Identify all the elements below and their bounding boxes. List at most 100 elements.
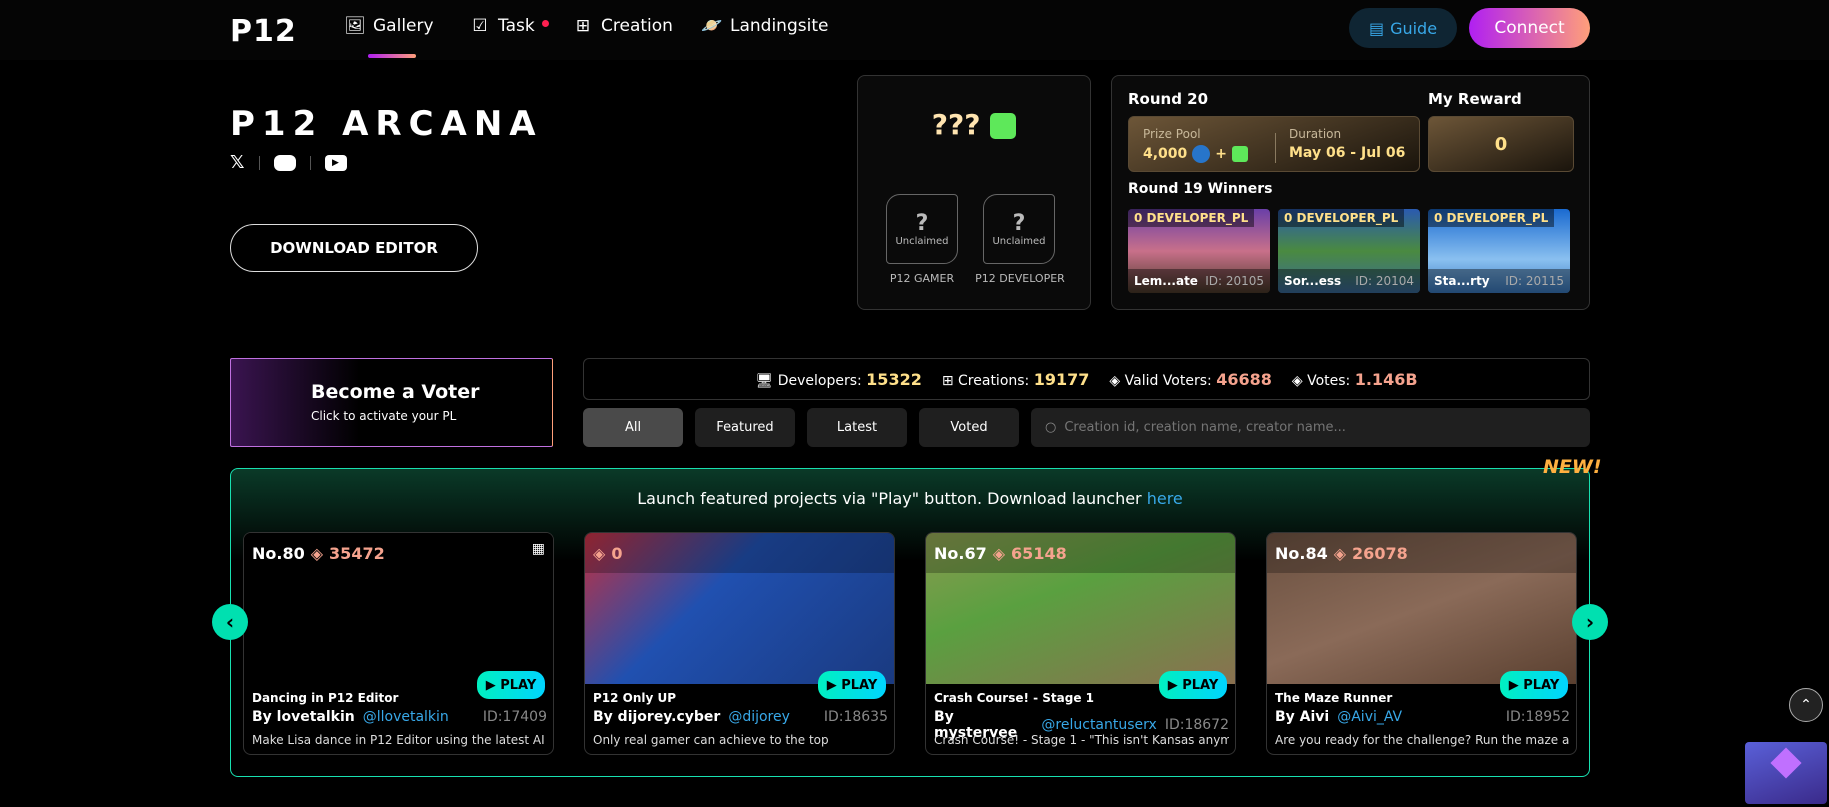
- my-reward-label: My Reward: [1428, 90, 1522, 108]
- vote-icon: ◈: [593, 543, 606, 563]
- scroll-to-top-button[interactable]: ⌃: [1789, 688, 1823, 722]
- filter-latest[interactable]: Latest: [807, 408, 907, 447]
- play-label: PLAY: [1182, 677, 1219, 693]
- voter-title: Become a Voter: [311, 381, 480, 403]
- notification-dot: [542, 20, 549, 27]
- image-icon: 🖼: [344, 16, 366, 36]
- creation-title: Crash Course! - Stage 1: [934, 691, 1095, 705]
- connect-button[interactable]: Connect: [1469, 8, 1590, 48]
- winner-name: Sta...rty: [1434, 274, 1490, 288]
- round-panel: Round 20 My Reward Prize Pool 4,000 + Dur…: [1111, 75, 1590, 310]
- winner-card[interactable]: 0 DEVELOPER_PL Sta...rty ID: 20115: [1428, 209, 1570, 293]
- carousel-next-button[interactable]: ›: [1572, 604, 1608, 640]
- play-button[interactable]: ▶ PLAY: [1500, 671, 1568, 699]
- featured-notice: Launch featured projects via "Play" butt…: [637, 489, 1147, 508]
- carousel-prev-button[interactable]: ‹: [212, 604, 248, 640]
- vote-count: 35472: [329, 543, 385, 563]
- download-launcher-link[interactable]: here: [1147, 489, 1183, 508]
- rank: No.67: [934, 543, 987, 563]
- creator-name: By Aivi: [1275, 709, 1330, 725]
- planet-icon: 🪐: [701, 16, 723, 36]
- search-box: ○: [1031, 408, 1590, 447]
- rank: No.80: [252, 543, 305, 563]
- search-input[interactable]: [1064, 420, 1565, 435]
- gamer-badge[interactable]: ? Unclaimed: [886, 194, 958, 264]
- label: Duration: [1289, 127, 1342, 141]
- p12-logo[interactable]: P12: [230, 14, 297, 49]
- creator-name: By lovetalkin: [252, 709, 355, 725]
- my-reward-value: 0: [1428, 116, 1574, 172]
- creator-handle[interactable]: @reluctantuserx: [1041, 717, 1156, 733]
- developer-badge[interactable]: ? Unclaimed: [983, 194, 1055, 264]
- prize-pool-value: 4,000: [1143, 146, 1188, 162]
- calendar-check-icon: ☑: [472, 16, 488, 36]
- stat-creations: ⊞ Creations: 19177: [941, 369, 1090, 389]
- filter-featured[interactable]: Featured: [695, 408, 795, 447]
- treasure-chest-icon[interactable]: [1745, 742, 1827, 804]
- youtube-icon[interactable]: ▶: [324, 154, 347, 171]
- vote-count: 26078: [1352, 543, 1408, 563]
- green-pl-icon: [990, 113, 1017, 139]
- rank: No.84: [1275, 543, 1328, 563]
- divider: [1275, 133, 1276, 163]
- usdc-icon: [1192, 145, 1211, 163]
- nav-gallery[interactable]: 🖼 Gallery: [344, 16, 433, 36]
- creation-title: Dancing in P12 Editor: [252, 691, 399, 705]
- vote-icon: ◈: [310, 543, 324, 563]
- plus: +: [1215, 146, 1228, 162]
- winner-id: ID: 20115: [1505, 274, 1564, 288]
- vote-count: 0: [611, 543, 623, 563]
- creation-id: ID:18672: [1164, 717, 1229, 733]
- winner-name: Lem...ate: [1134, 274, 1198, 288]
- creation-id: ID:18635: [823, 709, 888, 725]
- winner-card[interactable]: 0 DEVELOPER_PL Lem...ate ID: 20105: [1128, 209, 1270, 293]
- creator-handle[interactable]: @Aivi_AV: [1337, 709, 1402, 725]
- creation-description: Make Lisa dance in P12 Editor using the …: [252, 733, 545, 747]
- divider: [309, 155, 311, 170]
- stat-votes: ◈ Votes: 1.146B: [1291, 369, 1418, 389]
- creation-card[interactable]: No.84 ◈ 26078 ▶ PLAY The Maze Runner By Ai…: [1266, 532, 1577, 755]
- x-icon[interactable]: 𝕏: [230, 152, 245, 173]
- stat-valid-voters: ◈ Valid Voters: 46688: [1109, 369, 1272, 389]
- play-button[interactable]: ▶ PLAY: [1159, 671, 1227, 699]
- creator-handle[interactable]: @llovetalkin: [363, 709, 449, 725]
- nav-task[interactable]: ☑ Task: [470, 16, 534, 36]
- filter-all[interactable]: All: [583, 408, 683, 447]
- document-icon: ▤: [1368, 18, 1385, 38]
- creation-title: The Maze Runner: [1275, 691, 1393, 705]
- creation-description: Only real gamer can achieve to the top: [593, 733, 829, 747]
- discord-icon[interactable]: [273, 154, 296, 171]
- card-header: No.84 ◈ 26078: [1267, 533, 1576, 573]
- winner-tag: 0 DEVELOPER_PL: [1428, 209, 1555, 227]
- video-icon: ▦: [531, 541, 545, 557]
- creation-description: Crash Course! - Stage 1 - "This isn't Ka…: [934, 733, 1229, 747]
- guide-button[interactable]: ▤ Guide: [1349, 8, 1457, 48]
- creation-card[interactable]: ◈ 0 ▶ PLAY P12 Only UP By dijorey.cyber @d…: [584, 532, 895, 755]
- filter-voted[interactable]: Voted: [919, 408, 1019, 447]
- play-label: PLAY: [841, 677, 878, 693]
- search-icon: ○: [1045, 420, 1057, 435]
- prize-text: ???: [931, 108, 981, 141]
- nav-creation[interactable]: ⊞ Creation: [573, 16, 673, 36]
- play-label: PLAY: [500, 677, 537, 693]
- winner-card[interactable]: 0 DEVELOPER_PL Sor...ess ID: 20104: [1278, 209, 1420, 293]
- creator-name: By dijorey.cyber: [593, 709, 721, 725]
- creation-card[interactable]: No.67 ◈ 65148 ▶ PLAY Crash Course! - Stage…: [925, 532, 1236, 755]
- creation-id: ID:17409: [482, 709, 547, 725]
- play-button[interactable]: ▶ PLAY: [477, 671, 545, 699]
- vote-icon: ◈: [992, 543, 1006, 563]
- file-plus-icon: ⊞: [575, 16, 591, 36]
- card-header: ◈ 0: [585, 533, 894, 573]
- round-title: Round 20: [1128, 90, 1209, 108]
- creation-id: ID:18952: [1505, 709, 1570, 725]
- creator-handle[interactable]: @dijorey: [728, 709, 790, 725]
- creation-title: P12 Only UP: [593, 691, 677, 705]
- creation-card[interactable]: No.80 ◈ 35472 ▦ ▶ PLAY Dancing in P12 Edit…: [243, 532, 554, 755]
- winner-id: ID: 20105: [1205, 274, 1264, 288]
- nav-landingsite[interactable]: 🪐 Landingsite: [701, 16, 828, 36]
- become-voter-ticket[interactable]: Become a Voter Click to activate your PL: [230, 358, 553, 447]
- active-tab-indicator: [368, 54, 416, 58]
- download-editor-button[interactable]: DOWNLOAD EDITOR: [230, 224, 478, 272]
- play-button[interactable]: ▶ PLAY: [818, 671, 886, 699]
- creation-description: Are you ready for the challenge? Run the…: [1275, 733, 1570, 747]
